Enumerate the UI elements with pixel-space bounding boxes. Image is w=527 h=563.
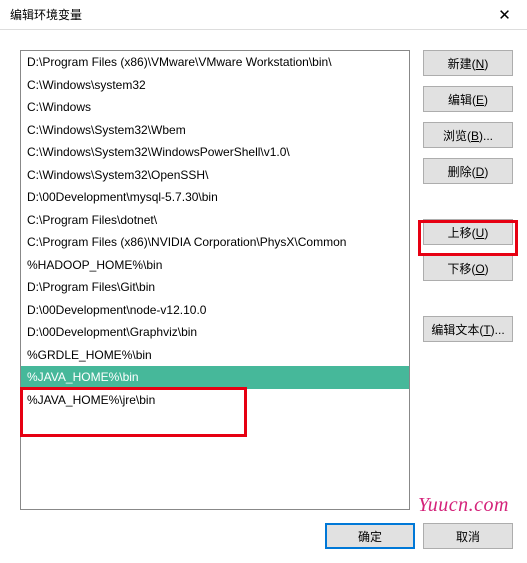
- button-label: 下移(O): [447, 260, 488, 277]
- titlebar: 编辑环境变量 ✕: [0, 0, 527, 30]
- move-down-button[interactable]: 下移(O): [423, 255, 513, 281]
- list-item[interactable]: D:\Program Files\Git\bin: [21, 276, 409, 299]
- ok-button[interactable]: 确定: [325, 523, 415, 549]
- move-up-button[interactable]: 上移(U): [423, 219, 513, 245]
- list-item[interactable]: D:\00Development\mysql-5.7.30\bin: [21, 186, 409, 209]
- list-item[interactable]: %JAVA_HOME%\bin: [21, 366, 409, 389]
- button-sidebar: 新建(N) 编辑(E) 浏览(B)... 删除(D) 上移(U) 下移(O) 编…: [423, 50, 513, 352]
- edit-button[interactable]: 编辑(E): [423, 86, 513, 112]
- dialog-content: D:\Program Files (x86)\VMware\VMware Wor…: [0, 30, 527, 563]
- dialog-footer: 确定 取消: [325, 523, 513, 549]
- watermark: Yuucn.com: [418, 494, 509, 517]
- button-label: 取消: [456, 528, 480, 545]
- spacer: [423, 194, 513, 219]
- delete-button[interactable]: 删除(D): [423, 158, 513, 184]
- list-item[interactable]: C:\Windows: [21, 96, 409, 119]
- close-icon: ✕: [498, 6, 511, 24]
- close-button[interactable]: ✕: [482, 0, 527, 30]
- list-item[interactable]: D:\00Development\node-v12.10.0: [21, 299, 409, 322]
- edit-text-button[interactable]: 编辑文本(T)...: [423, 316, 513, 342]
- path-listbox[interactable]: D:\Program Files (x86)\VMware\VMware Wor…: [20, 50, 410, 510]
- window-title: 编辑环境变量: [10, 6, 82, 23]
- button-label: 浏览(B)...: [443, 127, 493, 144]
- browse-button[interactable]: 浏览(B)...: [423, 122, 513, 148]
- button-label: 确定: [358, 528, 382, 545]
- button-label: 上移(U): [448, 224, 489, 241]
- button-label: 编辑文本(T)...: [431, 321, 504, 338]
- list-item[interactable]: C:\Windows\System32\WindowsPowerShell\v1…: [21, 141, 409, 164]
- spacer: [423, 291, 513, 316]
- button-label: 新建(N): [448, 55, 489, 72]
- list-item[interactable]: C:\Program Files (x86)\NVIDIA Corporatio…: [21, 231, 409, 254]
- button-label: 编辑(E): [448, 91, 488, 108]
- list-item[interactable]: D:\00Development\Graphviz\bin: [21, 321, 409, 344]
- list-item[interactable]: C:\Windows\System32\OpenSSH\: [21, 164, 409, 187]
- button-label: 删除(D): [448, 163, 489, 180]
- list-item[interactable]: D:\Program Files (x86)\VMware\VMware Wor…: [21, 51, 409, 74]
- list-item[interactable]: %HADOOP_HOME%\bin: [21, 254, 409, 277]
- cancel-button[interactable]: 取消: [423, 523, 513, 549]
- list-item[interactable]: C:\Windows\system32: [21, 74, 409, 97]
- list-item[interactable]: %JAVA_HOME%\jre\bin: [21, 389, 409, 412]
- list-item[interactable]: C:\Program Files\dotnet\: [21, 209, 409, 232]
- new-button[interactable]: 新建(N): [423, 50, 513, 76]
- list-item[interactable]: %GRDLE_HOME%\bin: [21, 344, 409, 367]
- list-item[interactable]: C:\Windows\System32\Wbem: [21, 119, 409, 142]
